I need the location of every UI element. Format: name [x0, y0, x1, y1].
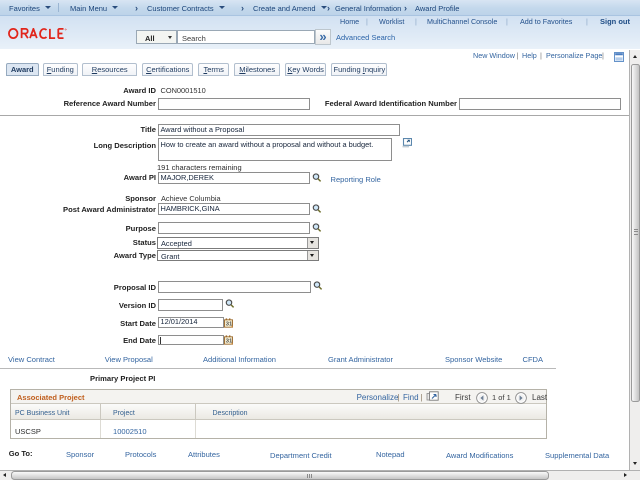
svg-text:31: 31 [226, 321, 232, 327]
svg-text:31: 31 [226, 338, 232, 344]
